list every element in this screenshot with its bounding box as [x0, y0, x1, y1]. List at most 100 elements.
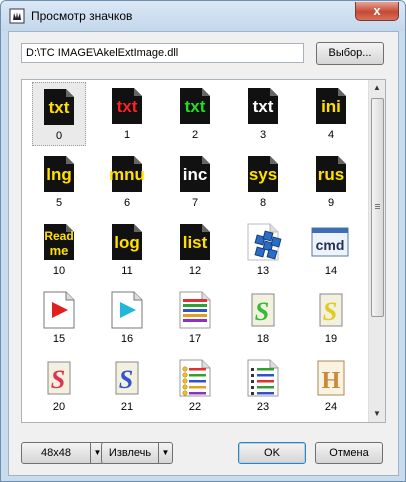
vertical-scrollbar[interactable]: ▲ ▼	[368, 80, 385, 422]
file-icon	[247, 359, 279, 397]
icon-index-label: 3	[259, 129, 267, 141]
close-button[interactable]: x	[355, 2, 399, 21]
file-icon: log	[112, 224, 142, 260]
icon-index-label: 0	[55, 130, 63, 142]
icon-cell[interactable]: 23	[236, 354, 290, 418]
icon-cell[interactable]: txt 0	[32, 82, 86, 146]
app-icon	[9, 8, 25, 24]
svg-text:cmd: cmd	[316, 237, 345, 253]
icon-index-label: 20	[52, 401, 66, 413]
svg-text:inc: inc	[183, 165, 208, 184]
icon-grid: H 24 23 22 S 21 S 20 S 19 S 18 17 16 15 cmd 14 13 list 12 lo…	[21, 79, 386, 423]
file-path-field[interactable]: D:\TC IMAGE\AkelExtImage.dll	[21, 43, 304, 63]
svg-text:rus: rus	[318, 165, 344, 184]
icon-cell[interactable]: txt 3	[236, 82, 290, 146]
icon-cell[interactable]: S 21	[100, 354, 154, 418]
icon-index-label: 7	[191, 197, 199, 209]
svg-text:lng: lng	[46, 165, 72, 184]
icon-index-label: 19	[324, 333, 338, 345]
icon-cell[interactable]: list 12	[168, 218, 222, 282]
svg-text:sys: sys	[249, 165, 277, 184]
icon-index-label: 11	[121, 265, 133, 277]
icon-cell[interactable]: 22	[168, 354, 222, 418]
file-icon: inc	[180, 156, 210, 192]
extract-button[interactable]: Извлечь	[101, 442, 159, 464]
file-icon: txt	[112, 88, 142, 124]
icon-cell[interactable]: cmd 14	[304, 218, 358, 282]
file-icon: ini	[316, 88, 346, 124]
file-icon	[179, 291, 211, 329]
icon-index-label: 13	[256, 265, 270, 277]
icon-cell[interactable]: H 24	[304, 354, 358, 418]
file-icon: S	[115, 361, 139, 395]
icon-index-label: 4	[327, 129, 335, 141]
file-icon: list	[180, 224, 210, 260]
file-icon: S	[319, 293, 343, 327]
icon-index-label: 10	[52, 265, 66, 277]
svg-text:H: H	[322, 368, 341, 394]
scroll-thumb[interactable]	[371, 98, 384, 317]
title-bar: Просмотр значков x	[1, 1, 405, 31]
scroll-up-arrow-icon[interactable]: ▲	[369, 80, 385, 96]
icon-cell[interactable]: txt 1	[100, 82, 154, 146]
svg-text:list: list	[183, 233, 208, 252]
file-icon: Readme	[44, 224, 74, 260]
icon-index-label: 24	[324, 401, 338, 413]
size-button[interactable]: 48x48	[21, 442, 91, 464]
svg-text:txt: txt	[253, 97, 274, 116]
icon-cell[interactable]: S 19	[304, 286, 358, 350]
icon-index-label: 9	[327, 197, 335, 209]
icon-cell[interactable]: S 18	[236, 286, 290, 350]
icon-index-label: 2	[191, 129, 199, 141]
file-icon: txt	[44, 89, 74, 125]
icon-cell[interactable]: txt 2	[168, 82, 222, 146]
file-icon: cmd	[311, 227, 349, 257]
icon-cell[interactable]: rus 9	[304, 150, 358, 214]
file-icon: lng	[44, 156, 74, 192]
svg-text:Read: Read	[44, 229, 73, 243]
file-icon	[43, 291, 75, 329]
icon-cell[interactable]: 13	[236, 218, 290, 282]
file-icon: S	[47, 361, 71, 395]
file-icon	[179, 359, 211, 397]
icon-index-label: 8	[259, 197, 267, 209]
icon-cell[interactable]: mnu 6	[100, 150, 154, 214]
icon-index-label: 12	[188, 265, 202, 277]
icon-index-label: 17	[188, 333, 202, 345]
icon-cell[interactable]: lng 5	[32, 150, 86, 214]
svg-text:S: S	[255, 297, 269, 326]
icon-cell[interactable]: 15	[32, 286, 86, 350]
svg-text:S: S	[119, 365, 133, 394]
file-icon	[247, 223, 282, 261]
cancel-button[interactable]: Отмена	[315, 442, 383, 464]
icon-cell[interactable]: sys 8	[236, 150, 290, 214]
icon-cell[interactable]: 17	[168, 286, 222, 350]
extract-dropdown-arrow-icon[interactable]: ▼	[159, 442, 173, 464]
icon-cell[interactable]: ini 4	[304, 82, 358, 146]
ok-button[interactable]: OK	[238, 442, 306, 464]
svg-text:txt: txt	[49, 98, 70, 117]
file-icon: rus	[316, 156, 346, 192]
scroll-down-arrow-icon[interactable]: ▼	[369, 406, 385, 422]
svg-text:ini: ini	[321, 97, 341, 116]
icon-cell[interactable]: inc 7	[168, 150, 222, 214]
icon-index-label: 1	[123, 129, 131, 141]
icon-index-label: 23	[256, 401, 270, 413]
icon-index-label: 21	[120, 401, 134, 413]
icon-index-label: 15	[52, 333, 66, 345]
icon-cell[interactable]: Read me 10	[32, 218, 86, 282]
browse-button[interactable]: Выбор...	[316, 42, 384, 65]
icon-cell[interactable]: S 20	[32, 354, 86, 418]
file-icon: mnu	[109, 156, 145, 192]
icon-cell[interactable]: 16	[100, 286, 154, 350]
icon-index-label: 16	[120, 333, 134, 345]
file-icon: sys	[248, 156, 278, 192]
file-icon: txt	[180, 88, 210, 124]
dialog-client: D:\TC IMAGE\AkelExtImage.dll Выбор... H 2…	[8, 31, 399, 476]
svg-text:S: S	[323, 297, 337, 326]
icon-viewer-window: Просмотр значков x D:\TC IMAGE\AkelExtIm…	[0, 0, 406, 482]
svg-text:txt: txt	[117, 97, 138, 116]
icon-index-label: 18	[256, 333, 270, 345]
file-icon: S	[251, 293, 275, 327]
icon-cell[interactable]: log 11	[100, 218, 154, 282]
